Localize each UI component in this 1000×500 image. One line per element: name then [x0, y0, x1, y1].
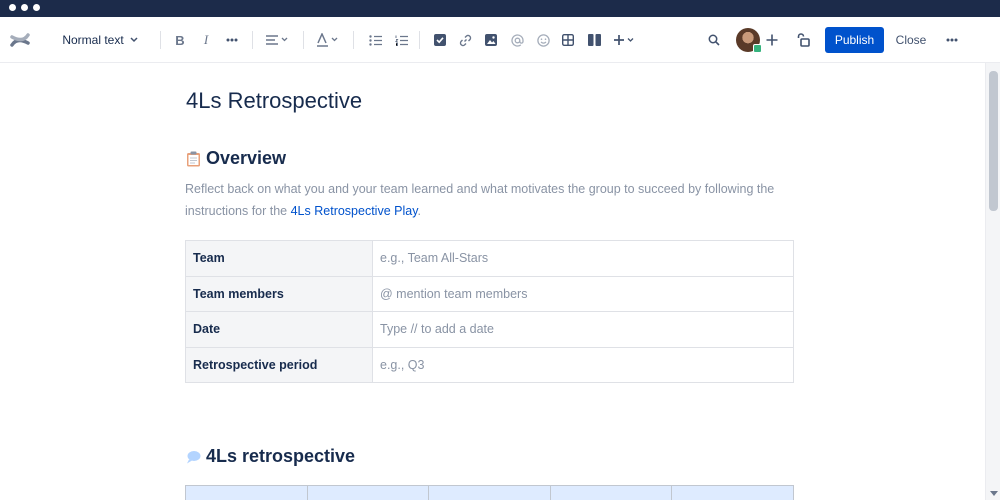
- scroll-down-icon[interactable]: [990, 491, 998, 496]
- table-row: Retrospective period e.g., Q3: [185, 346, 794, 383]
- confluence-logo-icon[interactable]: [8, 17, 32, 63]
- vertical-scrollbar[interactable]: [985, 63, 1000, 500]
- table-icon[interactable]: [560, 17, 576, 63]
- table-row: Team members @ mention team members: [185, 275, 794, 312]
- clipboard-icon: [187, 151, 200, 166]
- italic-icon[interactable]: I: [198, 17, 214, 63]
- align-dropdown-icon[interactable]: [263, 17, 291, 63]
- toolbar-divider: [303, 31, 304, 49]
- overview-paragraph[interactable]: Reflect back on what you and your team l…: [185, 178, 785, 222]
- bullet-list-icon[interactable]: [367, 17, 383, 63]
- unlock-icon[interactable]: [794, 17, 812, 63]
- publish-button[interactable]: Publish: [825, 27, 884, 53]
- text-style-dropdown[interactable]: Normal text: [55, 17, 145, 63]
- more-actions-icon[interactable]: [944, 17, 960, 63]
- row-input[interactable]: @ mention team members: [372, 275, 794, 312]
- overview-text: Reflect back on what you and your team l…: [185, 182, 775, 218]
- text-style-label: Normal text: [62, 33, 124, 47]
- window-dot-icon[interactable]: [21, 4, 28, 11]
- table-row: Team e.g., Team All-Stars: [185, 240, 794, 277]
- row-label[interactable]: Team members: [185, 275, 373, 312]
- toolbar-divider: [160, 31, 161, 49]
- bold-icon[interactable]: B: [172, 17, 188, 63]
- row-input[interactable]: e.g., Q3: [372, 346, 794, 383]
- toolbar-divider: [419, 31, 420, 49]
- table-header-cell[interactable]: [185, 485, 308, 500]
- overview-heading-text: Overview: [206, 148, 287, 168]
- retrospective-heading[interactable]: 4Ls retrospective: [186, 446, 355, 467]
- invite-plus-icon[interactable]: [763, 17, 781, 63]
- task-checkbox-icon[interactable]: [432, 17, 448, 63]
- more-formatting-icon[interactable]: [223, 17, 241, 63]
- close-button[interactable]: Close: [891, 27, 931, 53]
- image-icon[interactable]: [483, 17, 499, 63]
- row-label[interactable]: Team: [185, 240, 373, 277]
- chevron-down-icon: [130, 37, 138, 43]
- window-dot-icon[interactable]: [33, 4, 40, 11]
- search-icon[interactable]: [706, 17, 722, 63]
- team-info-table: Team e.g., Team All-Stars Team members @…: [185, 240, 794, 383]
- overview-text-end: .: [417, 204, 422, 218]
- emoji-icon[interactable]: [535, 17, 551, 63]
- retrospective-play-link[interactable]: 4Ls Retrospective Play: [291, 204, 418, 218]
- row-input[interactable]: e.g., Team All-Stars: [372, 240, 794, 277]
- speech-bubble-icon: [187, 450, 201, 463]
- table-header-cell[interactable]: [671, 485, 794, 500]
- window-titlebar: [0, 0, 1000, 17]
- numbered-list-icon[interactable]: [393, 17, 409, 63]
- table-row: Date Type // to add a date: [185, 311, 794, 348]
- scrollbar-thumb[interactable]: [989, 71, 998, 211]
- retrospective-grid-table: [185, 485, 794, 500]
- row-label[interactable]: Date: [185, 311, 373, 348]
- row-input[interactable]: Type // to add a date: [372, 311, 794, 348]
- row-label[interactable]: Retrospective period: [185, 346, 373, 383]
- table-header-cell[interactable]: [549, 485, 673, 500]
- table-header-cell[interactable]: [428, 485, 551, 500]
- presence-badge: [753, 44, 762, 53]
- link-icon[interactable]: [457, 17, 473, 63]
- layout-icon[interactable]: [586, 17, 602, 63]
- page-title[interactable]: 4Ls Retrospective: [186, 88, 362, 114]
- overview-heading[interactable]: Overview: [186, 148, 286, 169]
- toolbar-divider: [252, 31, 253, 49]
- retrospective-heading-text: 4Ls retrospective: [206, 446, 356, 466]
- text-color-icon[interactable]: [314, 17, 342, 63]
- insert-more-icon[interactable]: [611, 17, 639, 63]
- window-dot-icon[interactable]: [9, 4, 16, 11]
- editor-toolbar: Normal text B I Publish Close: [0, 17, 1000, 63]
- table-header-cell[interactable]: [306, 485, 430, 500]
- table-header-row: [185, 485, 794, 500]
- mention-icon[interactable]: [509, 17, 525, 63]
- toolbar-divider: [353, 31, 354, 49]
- user-avatar[interactable]: [736, 28, 762, 53]
